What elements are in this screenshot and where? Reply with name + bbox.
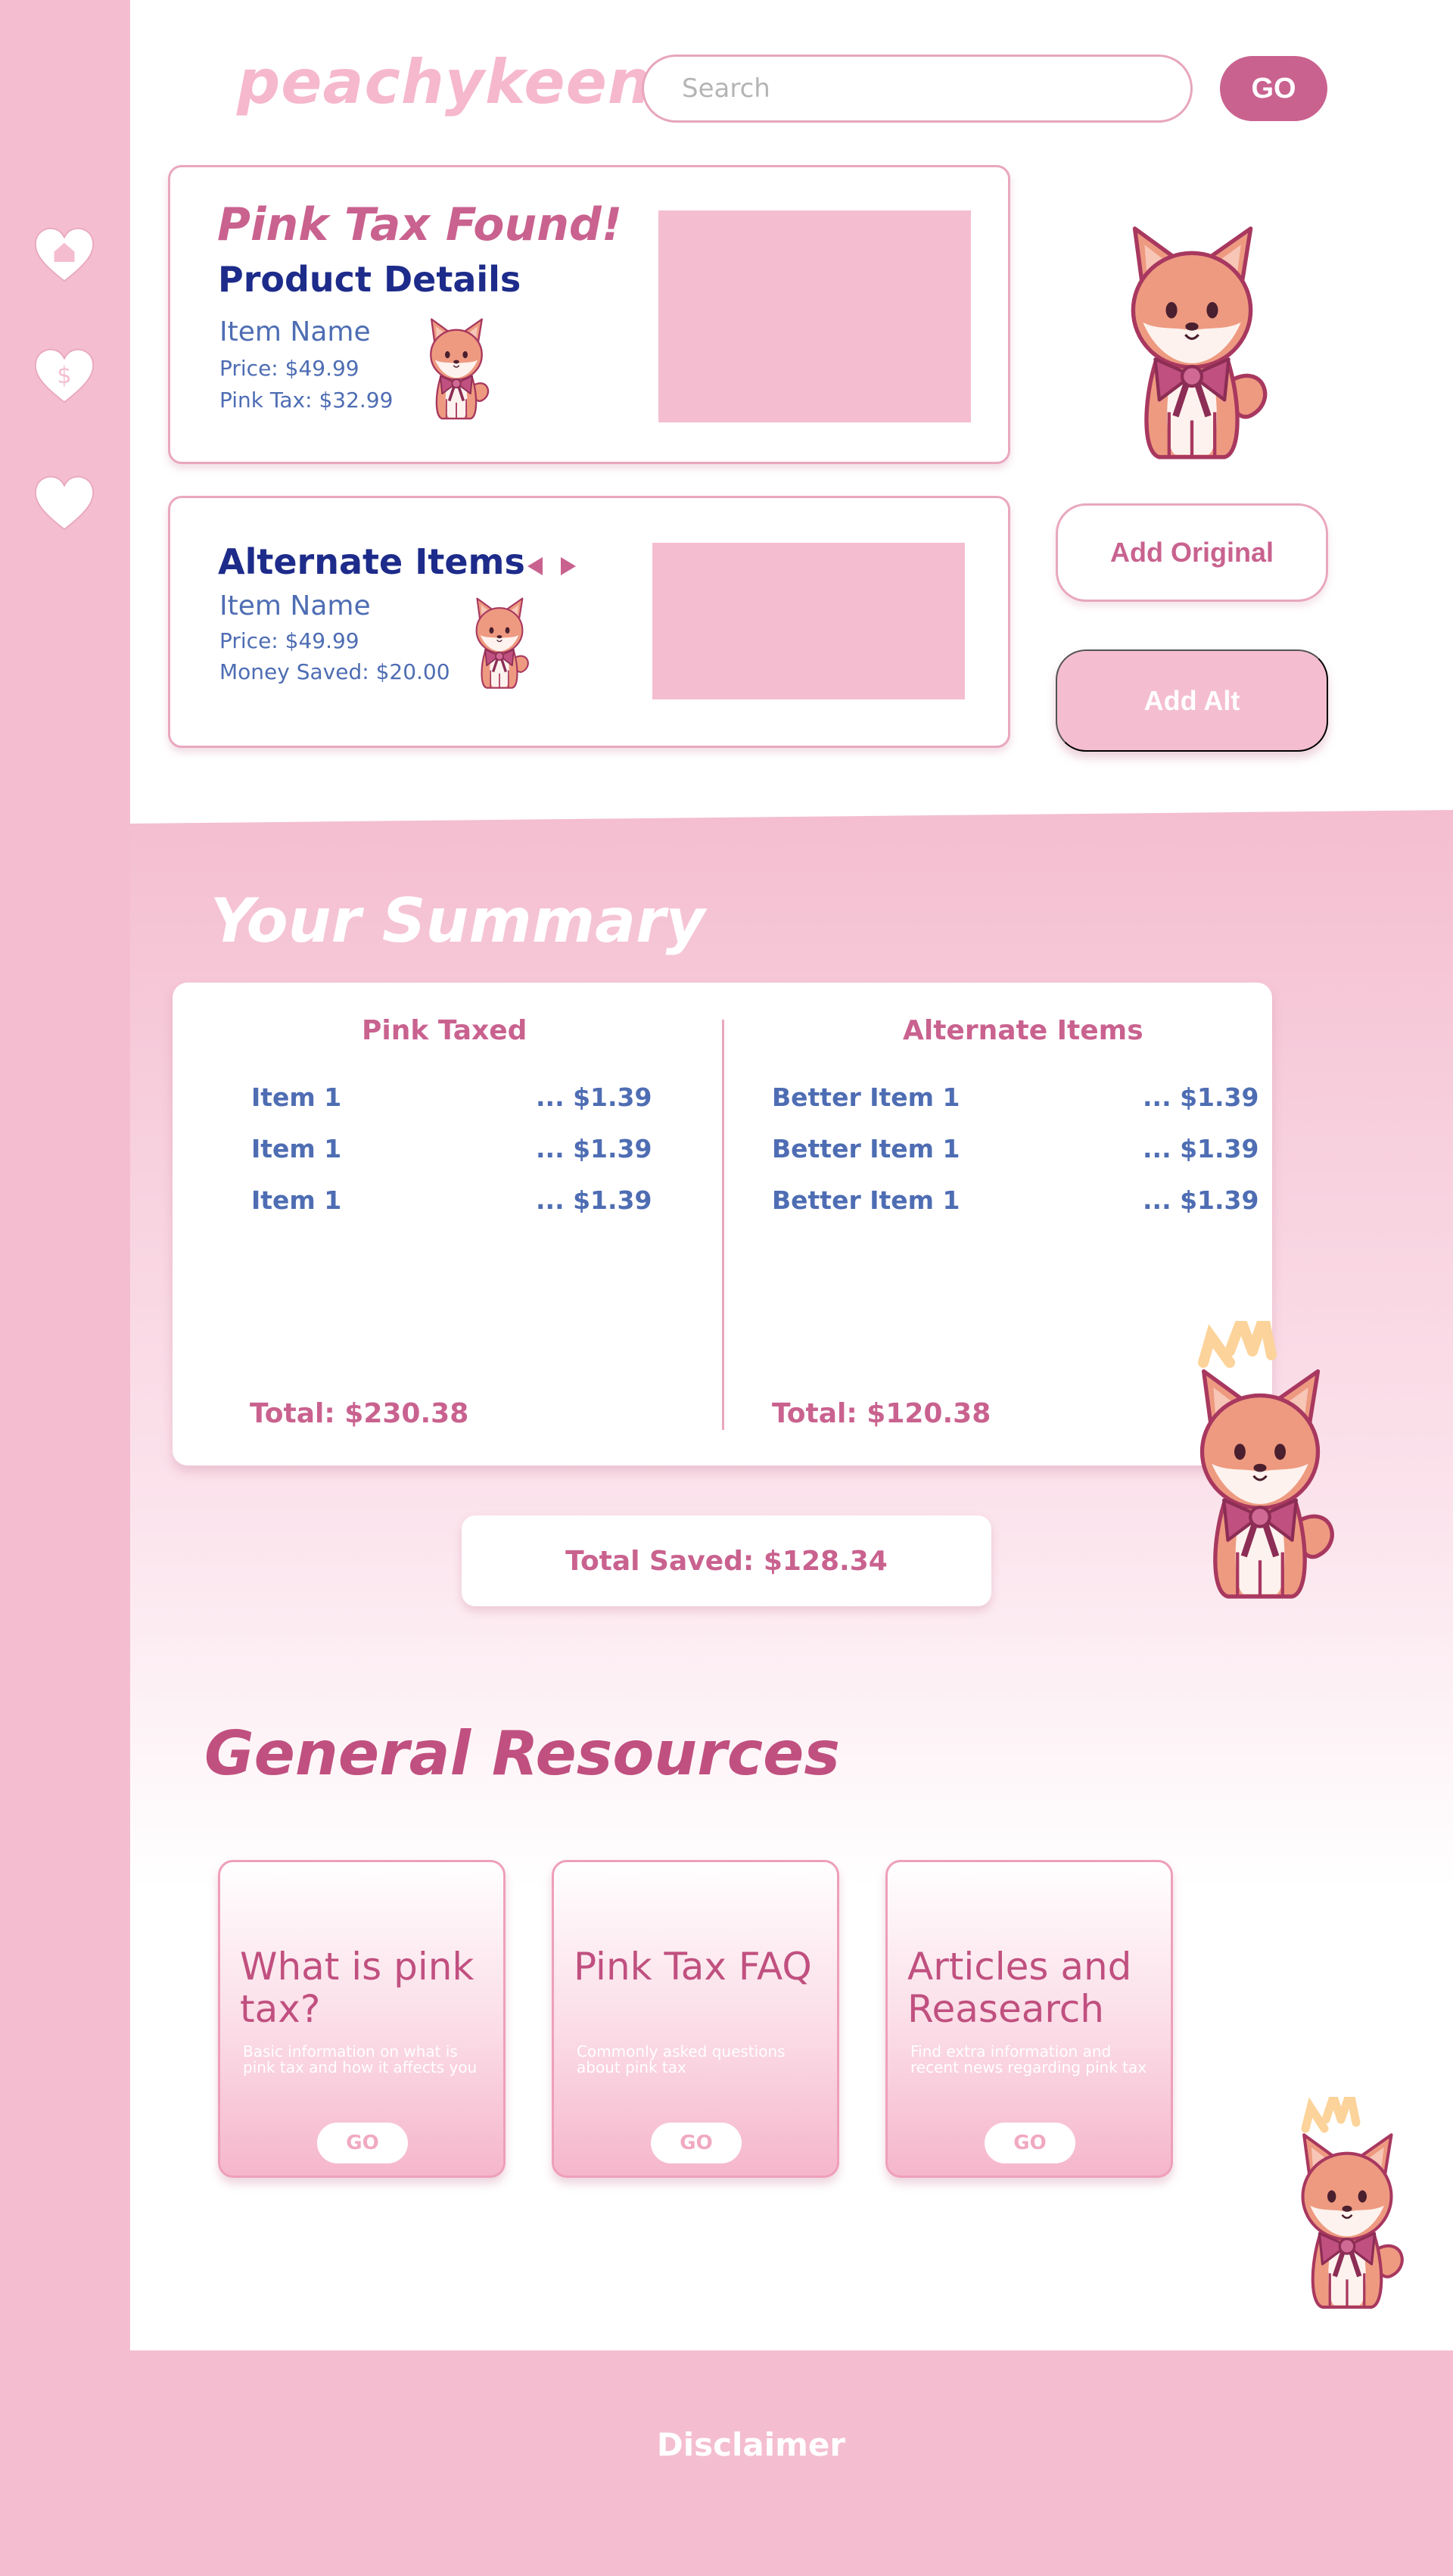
product-image	[658, 210, 971, 422]
mascot-dog-icon	[1090, 208, 1294, 469]
search-input[interactable]	[642, 55, 1193, 123]
add-alt-button[interactable]: Add Alt	[1056, 649, 1328, 752]
resource-card-articles[interactable]: Articles and Reasearch Find extra inform…	[885, 1860, 1173, 2178]
summary-divider	[722, 1020, 724, 1430]
arrow-left-icon[interactable]	[524, 555, 546, 578]
resource-go-button[interactable]: GO	[985, 2123, 1075, 2163]
total-saved: Total Saved: $128.34	[462, 1515, 991, 1606]
resource-card-faq[interactable]: Pink Tax FAQ Commonly asked questions ab…	[552, 1860, 839, 2178]
alternate-item-name: Better Item 1	[772, 1082, 960, 1112]
resource-description: Basic information on what is pink tax an…	[243, 2042, 478, 2076]
sidebar: $	[0, 0, 130, 2350]
home-icon[interactable]	[30, 221, 98, 289]
mascot-dog-icon	[1271, 2097, 1423, 2316]
alternate-item-name: Better Item 1	[772, 1185, 960, 1215]
alternate-image	[652, 543, 965, 699]
pink-taxed-item-name: Item 1	[251, 1134, 342, 1163]
pink-taxed-item-price: ... $1.39	[536, 1134, 652, 1163]
svg-text:$: $	[57, 363, 71, 389]
product-price: Price: $49.99	[219, 356, 359, 381]
mascot-dog-icon	[474, 596, 530, 690]
alternate-items-summary-heading: Alternate Items	[903, 1015, 1143, 1046]
resource-description: Commonly asked questions about pink tax	[577, 2042, 786, 2076]
disclaimer-link[interactable]: Disclaimer	[0, 2426, 1453, 2463]
alternate-item-name: Better Item 1	[772, 1134, 960, 1163]
alternate-money-saved: Money Saved: $20.00	[219, 659, 450, 684]
resource-card-what-is-pink-tax[interactable]: What is pink tax? Basic information on w…	[218, 1860, 506, 2178]
resources-heading: General Resources	[204, 1718, 840, 1789]
footer	[0, 2350, 1453, 2576]
pink-taxed-item-name: Item 1	[251, 1185, 342, 1215]
resource-title: Pink Tax FAQ	[574, 1945, 812, 1989]
pink-taxed-item-name: Item 1	[251, 1082, 342, 1112]
app-logo[interactable]: peachykeen	[237, 47, 652, 117]
mascot-dog-icon	[1198, 1321, 1362, 1609]
resource-go-button[interactable]: GO	[317, 2123, 408, 2163]
alternate-total: Total: $120.38	[772, 1398, 991, 1429]
pink-taxed-item-price: ... $1.39	[536, 1082, 652, 1112]
alternate-item-price: ... $1.39	[1143, 1134, 1259, 1163]
product-details-heading: Product Details	[218, 259, 521, 300]
resource-go-button[interactable]: GO	[651, 2123, 742, 2163]
alternate-item-price: ... $1.39	[1143, 1082, 1259, 1112]
product-pink-tax: Pink Tax: $32.99	[219, 388, 394, 413]
search-go-button[interactable]: GO	[1220, 56, 1327, 121]
add-original-button[interactable]: Add Original	[1056, 503, 1328, 602]
pink-taxed-heading: Pink Taxed	[362, 1015, 527, 1046]
mascot-dog-icon	[415, 310, 498, 424]
pink-taxed-total: Total: $230.38	[250, 1398, 469, 1429]
resource-description: Find extra information and recent news r…	[910, 2042, 1147, 2076]
alternate-items-heading: Alternate Items	[218, 541, 525, 582]
alternate-item-name: Item Name	[219, 590, 371, 621]
dollar-icon[interactable]: $	[30, 342, 98, 410]
arrow-right-icon[interactable]	[557, 555, 580, 578]
resource-title: Articles and Reasearch	[907, 1945, 1132, 2031]
resource-title: What is pink tax?	[240, 1945, 474, 2031]
summary-heading: Your Summary	[210, 886, 705, 956]
product-item-name: Item Name	[219, 316, 371, 347]
alternate-price: Price: $49.99	[219, 628, 359, 653]
pink-tax-found-heading: Pink Tax Found!	[217, 198, 623, 251]
pink-taxed-item-price: ... $1.39	[536, 1185, 652, 1215]
heart-icon[interactable]	[30, 469, 98, 537]
alternate-item-price: ... $1.39	[1143, 1185, 1259, 1215]
